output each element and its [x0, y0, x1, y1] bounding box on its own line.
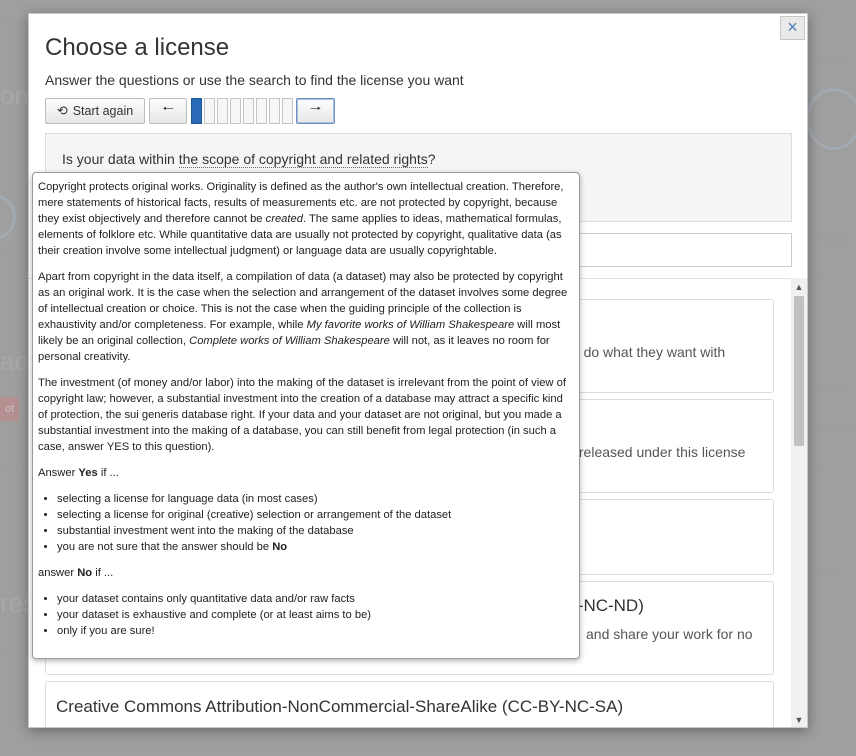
progress-step: [269, 98, 280, 124]
tooltip-no-list: your dataset contains only quantitative …: [57, 591, 574, 639]
tooltip-bold: Yes: [78, 467, 98, 479]
start-again-button[interactable]: ⟲ Start again: [45, 98, 145, 124]
tooltip-no-heading: answer No if ...: [38, 565, 574, 581]
dialog-title: Choose a license: [45, 34, 230, 61]
tooltip-text: if ...: [97, 467, 119, 479]
close-button[interactable]: ×: [780, 16, 805, 40]
copyright-scope-tooltip: Copyright protects original works. Origi…: [32, 172, 580, 659]
question-suffix: ?: [427, 151, 436, 167]
tooltip-text: Answer: [38, 467, 79, 479]
tooltip-emphasis: created: [265, 213, 303, 225]
tooltip-text: you are not sure that the answer should …: [57, 541, 273, 553]
tooltip-paragraph: Apart from copyright in the data itself,…: [38, 269, 574, 365]
list-item: your dataset contains only quantitative …: [57, 591, 574, 607]
list-item: you are not sure that the answer should …: [57, 539, 574, 555]
refresh-icon: ⟲: [56, 103, 68, 118]
tooltip-paragraph: Copyright protects original works. Origi…: [38, 179, 574, 259]
license-description: to do what they want with: [568, 344, 726, 360]
start-again-label: Start again: [72, 104, 134, 118]
scroll-thumb[interactable]: [794, 296, 804, 446]
tooltip-text: answer: [38, 567, 78, 579]
previous-question-button[interactable]: 🠐: [149, 98, 187, 124]
scroll-down-icon[interactable]: ▼: [791, 713, 807, 727]
progress-step: [191, 98, 202, 124]
list-item: substantial investment went into the mak…: [57, 523, 574, 539]
list-item: only if you are sure!: [57, 623, 574, 639]
tooltip-emphasis: Complete works of William Shakespeare: [189, 335, 390, 347]
tooltip-bold: No: [77, 567, 93, 579]
license-card[interactable]: Creative Commons Attribution-NonCommerci…: [45, 681, 774, 727]
progress-step: [282, 98, 293, 124]
wizard-toolbar: ⟲ Start again 🠐 🠒: [45, 97, 335, 125]
scroll-up-icon[interactable]: ▲: [791, 280, 807, 294]
list-scrollbar[interactable]: ▲ ▼: [791, 278, 807, 727]
tooltip-bold: No: [272, 541, 288, 553]
copyright-scope-link[interactable]: the scope of copyright and related right…: [178, 151, 428, 168]
progress-step: [217, 98, 228, 124]
list-item: selecting a license for original (creati…: [57, 507, 574, 523]
license-description: and share your work for no: [586, 626, 753, 642]
progress-step: [256, 98, 267, 124]
progress-step: [204, 98, 215, 124]
tooltip-yes-heading: Answer Yes if ...: [38, 465, 574, 481]
progress-step: [230, 98, 241, 124]
next-question-button[interactable]: 🠒: [296, 98, 335, 124]
arrow-right-icon: 🠒: [309, 101, 322, 116]
progress-step: [243, 98, 254, 124]
question-progress: [191, 98, 295, 124]
tooltip-paragraph: The investment (of money and/or labor) i…: [38, 377, 566, 453]
tooltip-yes-list: selecting a license for language data (i…: [57, 491, 574, 555]
question-prefix: Is your data within: [62, 151, 179, 167]
question-text: Is your data within the scope of copyrig…: [62, 151, 436, 168]
license-description: k released under this license: [568, 444, 746, 460]
arrow-left-icon: 🠐: [162, 101, 174, 116]
dialog-subtitle: Answer the questions or use the search t…: [45, 72, 464, 88]
list-item: selecting a license for language data (i…: [57, 491, 574, 507]
tooltip-text: if ...: [92, 567, 114, 579]
license-title: Creative Commons Attribution-NonCommerci…: [56, 697, 624, 716]
tooltip-emphasis: My favorite works of William Shakespeare: [306, 319, 515, 331]
list-item: your dataset is exhaustive and complete …: [57, 607, 574, 623]
